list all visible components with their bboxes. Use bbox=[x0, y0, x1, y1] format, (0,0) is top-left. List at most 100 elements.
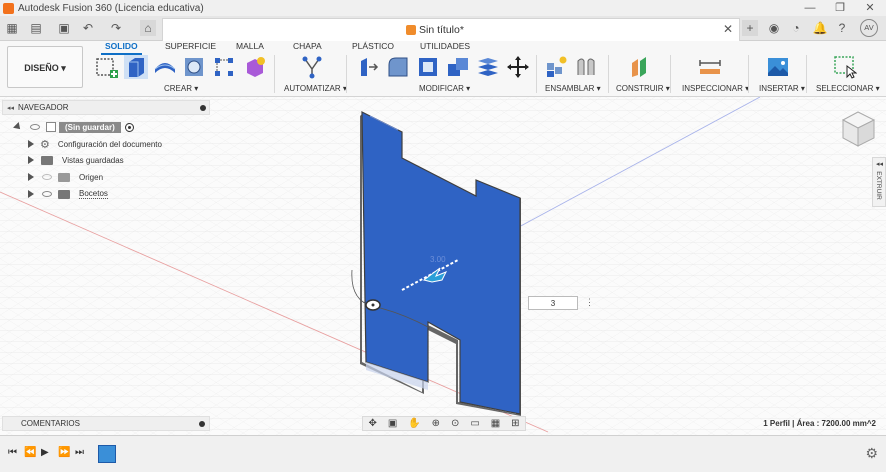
construir-group-label[interactable]: CONSTRUIR ▾ bbox=[616, 84, 670, 93]
active-radio-icon[interactable] bbox=[124, 122, 134, 132]
group-separator bbox=[274, 55, 275, 93]
select-icon[interactable] bbox=[833, 55, 857, 79]
modificar-group-label[interactable]: MODIFICAR ▾ bbox=[419, 84, 470, 93]
visibility-eye-icon[interactable] bbox=[42, 174, 52, 180]
collapse-browser-icon[interactable]: ◂◂ bbox=[7, 104, 14, 112]
tab-malla[interactable]: MALLA bbox=[236, 41, 264, 51]
create-sketch-icon[interactable] bbox=[95, 55, 119, 79]
tab-utilidades[interactable]: UTILIDADES bbox=[420, 41, 470, 51]
maximize-button[interactable]: ❐ bbox=[826, 0, 854, 16]
pin-browser-icon[interactable] bbox=[200, 104, 206, 111]
pan-icon[interactable]: ✋ bbox=[408, 418, 420, 429]
grid-settings-icon[interactable]: ▦ bbox=[491, 418, 500, 429]
display-settings-icon[interactable]: ▭ bbox=[470, 418, 479, 429]
expand-arrow-icon[interactable] bbox=[13, 122, 23, 132]
tab-chapa[interactable]: CHAPA bbox=[293, 41, 322, 51]
group-separator bbox=[806, 55, 807, 93]
timeline-settings-icon[interactable]: ⚙ bbox=[865, 445, 878, 462]
move-copy-icon[interactable] bbox=[506, 55, 530, 79]
offset-plane-icon[interactable] bbox=[628, 55, 652, 79]
close-window-button[interactable]: ✕ bbox=[856, 0, 884, 16]
press-pull-icon[interactable] bbox=[357, 55, 381, 79]
expand-arrow-icon[interactable] bbox=[28, 190, 34, 198]
fillet-icon[interactable] bbox=[386, 55, 410, 79]
home-icon[interactable]: ⌂ bbox=[140, 20, 156, 36]
combine-icon[interactable] bbox=[446, 55, 470, 79]
close-tab-icon[interactable]: ✕ bbox=[723, 22, 733, 36]
revolve-icon[interactable] bbox=[153, 55, 177, 79]
job-status-icon[interactable]: ◔ bbox=[788, 20, 804, 36]
pattern-icon[interactable] bbox=[212, 55, 236, 79]
redo-icon[interactable]: ↷ bbox=[108, 20, 124, 36]
tree-item-config[interactable]: ⚙ Configuración del documento bbox=[28, 137, 162, 151]
add-comment-icon[interactable] bbox=[199, 421, 205, 427]
visibility-eye-icon[interactable] bbox=[42, 191, 52, 197]
tree-root[interactable]: (Sin guardar) bbox=[13, 120, 134, 134]
folder-icon bbox=[58, 189, 70, 199]
tree-item-sketches[interactable]: Bocetos bbox=[28, 187, 108, 201]
browser-panel: ◂◂ NAVEGADOR bbox=[2, 100, 210, 115]
inspeccionar-group-label[interactable]: INSPECCIONAR ▾ bbox=[682, 84, 749, 93]
seleccionar-group-label[interactable]: SELECCIONAR ▾ bbox=[816, 84, 880, 93]
notifications-icon[interactable]: 🔔 bbox=[812, 20, 828, 36]
automatizar-group-label[interactable]: AUTOMATIZAR ▾ bbox=[284, 84, 347, 93]
insert-image-icon[interactable] bbox=[766, 55, 790, 79]
look-at-icon[interactable]: ▣ bbox=[388, 418, 397, 429]
user-avatar[interactable]: AV bbox=[860, 19, 878, 37]
joint-icon[interactable] bbox=[574, 55, 598, 79]
browser-header[interactable]: ◂◂ NAVEGADOR bbox=[2, 100, 210, 115]
fit-icon[interactable]: ⊙ bbox=[451, 418, 459, 429]
document-icon bbox=[406, 25, 416, 35]
apps-grid-icon[interactable]: ▦ bbox=[4, 20, 20, 36]
timeline-start-icon[interactable]: ⏮ bbox=[8, 447, 17, 458]
more-options-icon[interactable]: ⋮ bbox=[585, 297, 594, 308]
automate-icon[interactable] bbox=[300, 55, 324, 79]
tree-item-saved-views[interactable]: Vistas guardadas bbox=[28, 153, 124, 167]
distance-input[interactable] bbox=[528, 296, 578, 310]
extrude-icon[interactable] bbox=[124, 55, 148, 79]
expand-arrow-icon[interactable] bbox=[28, 173, 34, 181]
timeline-sketch-feature-icon[interactable] bbox=[98, 445, 116, 463]
zoom-icon[interactable]: ⊕ bbox=[432, 418, 440, 429]
measure-icon[interactable] bbox=[698, 55, 722, 79]
timeline-play-icon[interactable]: ▶ bbox=[41, 447, 49, 458]
window-title: Autodesk Fusion 360 (Licencia educativa) bbox=[18, 2, 204, 14]
comments-panel[interactable]: COMENTARIOS bbox=[2, 416, 210, 431]
minimize-button[interactable]: — bbox=[796, 0, 824, 16]
save-icon[interactable]: ▣ bbox=[56, 20, 72, 36]
quick-access-toolbar: ▦ ▤ ▣ ↶ ↷ ⌂ Sin título* ✕ + ◉ ◔ 🔔 ? AV bbox=[0, 16, 886, 41]
tree-item-label: Bocetos bbox=[79, 189, 108, 199]
form-icon[interactable] bbox=[243, 55, 267, 79]
document-tab[interactable]: Sin título* ✕ bbox=[162, 18, 740, 41]
extrude-panel-tab[interactable]: ◂◂ EXTRUIR bbox=[872, 157, 886, 207]
tab-superficie[interactable]: SUPERFICIE bbox=[165, 41, 216, 51]
tree-item-origin[interactable]: Origen bbox=[28, 170, 103, 184]
shell-icon[interactable] bbox=[416, 55, 440, 79]
new-component-icon[interactable] bbox=[544, 55, 568, 79]
ensamblar-group-label[interactable]: ENSAMBLAR ▾ bbox=[545, 84, 601, 93]
insertar-group-label[interactable]: INSERTAR ▾ bbox=[759, 84, 805, 93]
extensions-icon[interactable]: ◉ bbox=[766, 20, 782, 36]
timeline-end-icon[interactable]: ⏭ bbox=[75, 447, 84, 458]
workspace-switcher-button[interactable]: DISEÑO ▾ bbox=[7, 46, 83, 88]
timeline-next-icon[interactable]: ⏩ bbox=[58, 447, 70, 458]
new-tab-icon[interactable]: + bbox=[742, 20, 758, 36]
crear-group-label[interactable]: CREAR ▾ bbox=[164, 84, 198, 93]
tab-solido[interactable]: SOLIDO bbox=[101, 41, 142, 55]
visibility-eye-icon[interactable] bbox=[30, 124, 40, 130]
orbit-icon[interactable]: ✥ bbox=[368, 418, 376, 429]
timeline-bar: ⏮ ⏪ ▶ ⏩ ⏭ ⚙ bbox=[0, 435, 886, 472]
hole-icon[interactable] bbox=[182, 55, 206, 79]
tab-plastico[interactable]: PLÁSTICO bbox=[352, 41, 394, 51]
viewports-icon[interactable]: ⊞ bbox=[511, 418, 519, 429]
root-label: (Sin guardar) bbox=[59, 121, 121, 133]
navigation-bar: ✥ ▣ ✋ ⊕ ⊙ ▭ ▦ ⊞ bbox=[362, 416, 526, 431]
expand-arrow-icon[interactable] bbox=[28, 156, 34, 164]
help-icon[interactable]: ? bbox=[834, 20, 850, 36]
expand-arrow-icon[interactable] bbox=[28, 140, 34, 148]
undo-icon[interactable]: ↶ bbox=[80, 20, 96, 36]
file-menu-icon[interactable]: ▤ bbox=[28, 20, 44, 36]
split-body-icon[interactable] bbox=[476, 55, 500, 79]
timeline-prev-icon[interactable]: ⏪ bbox=[24, 447, 36, 458]
toolbar-ribbon: DISEÑO ▾ SOLIDO SUPERFICIE MALLA CHAPA P… bbox=[0, 41, 886, 97]
